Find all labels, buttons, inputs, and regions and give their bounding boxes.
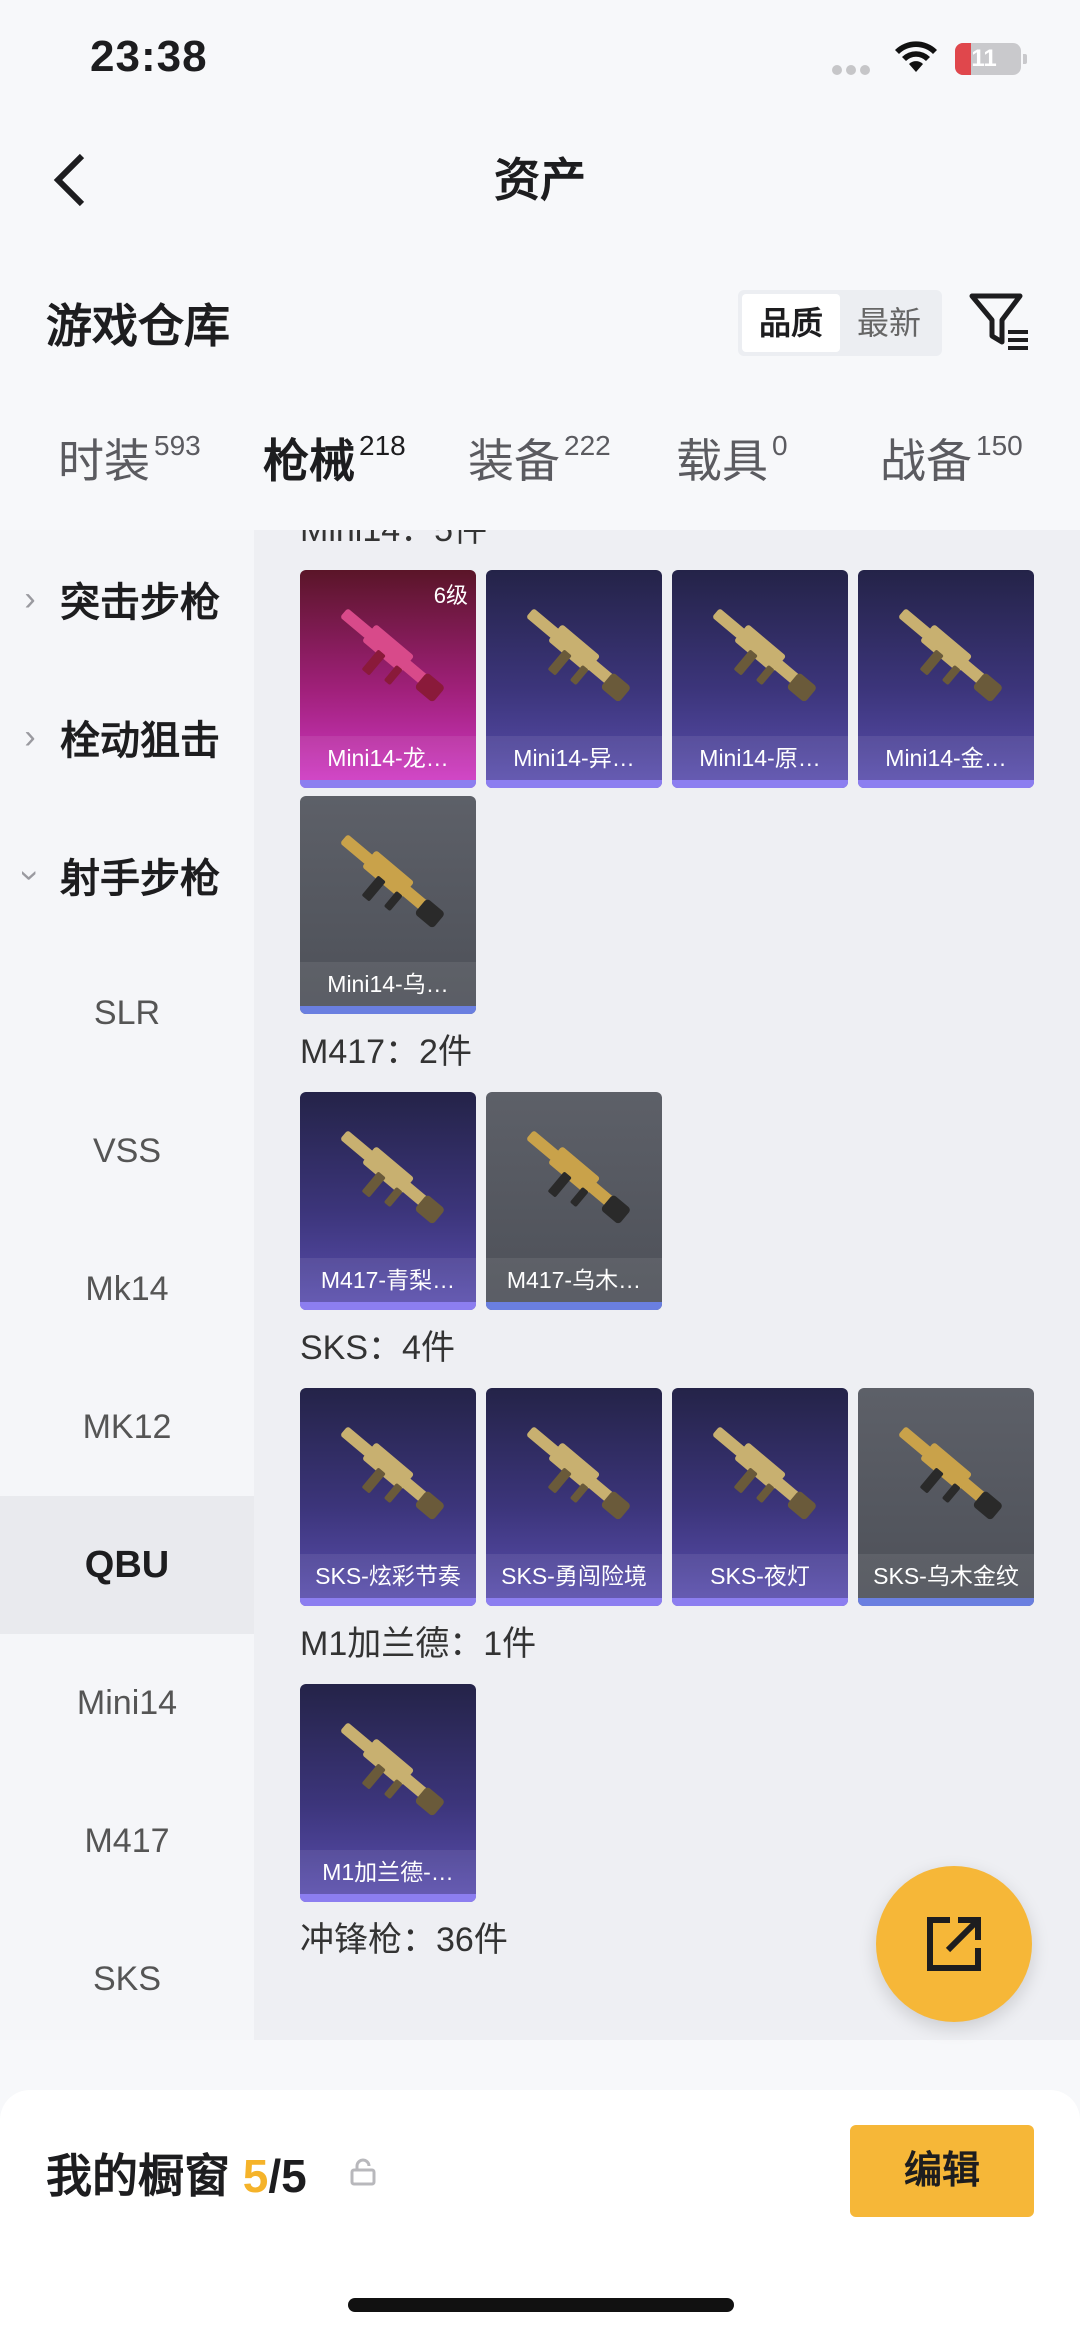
weapon-card[interactable]: Mini14-异… [486,570,662,788]
weapon-card[interactable]: Mini14-原… [672,570,848,788]
weapon-name: SKS-炫彩节奏 [300,1554,476,1598]
weapon-name: Mini14-原… [672,736,848,780]
level-badge: 6级 [433,583,468,608]
side-item-mk12[interactable]: MK12 [0,1358,254,1496]
group-title: M417：2件 [300,1033,472,1071]
tab-fashion[interactable]: 时装 593 [58,425,201,491]
filter-icon[interactable] [968,290,1032,354]
weapon-icon [341,1427,444,1520]
rarity-bar [486,1302,662,1310]
chevron-down-icon: › [11,869,50,881]
group-title: M1加兰德：1件 [300,1625,537,1663]
weapon-icon [341,1131,444,1224]
side-item-vss[interactable]: VSS [0,1082,254,1220]
tab-vehicles[interactable]: 载具 0 [676,425,788,491]
weapon-name: SKS-乌木金纹 [858,1554,1034,1598]
section-title: 游戏仓库 [46,300,230,352]
chevron-right-icon: › [24,717,36,756]
weapon-icon [899,609,1002,702]
rarity-bar [300,1598,476,1606]
weapon-name: M417-青梨… [300,1258,476,1302]
weapon-card[interactable]: SKS-乌木金纹 [858,1388,1034,1606]
tab-equipment[interactable]: 装备 222 [468,425,611,491]
weapon-card[interactable]: M417-乌木… [486,1092,662,1310]
group-title: SKS：4件 [300,1329,455,1367]
rarity-bar [672,1598,848,1606]
chevron-right-icon: › [24,579,36,618]
status-bar: 23:38 11 [0,0,1080,120]
group-title: Mini14：5件 [300,530,488,549]
showcase-label: 我的橱窗 5/5 [46,2150,307,2202]
weapon-icon [527,609,630,702]
rarity-bar [300,1302,476,1310]
weapon-icon [341,1723,444,1816]
weapon-name: M1加兰德-… [300,1850,476,1894]
weapon-name: Mini14-龙… [300,736,476,780]
rarity-bar [300,780,476,788]
item-grid: Mini14：5件 6级 Mini14-龙… Mini14-异… Mini14-原… Mi… [254,530,1080,2040]
rarity-bar [672,780,848,788]
rarity-bar [300,1006,476,1014]
weapon-icon [341,835,444,928]
weapon-card[interactable]: Mini14-乌… [300,796,476,1014]
weapon-icon [527,1131,630,1224]
weapon-card[interactable]: M417-青梨… [300,1092,476,1310]
status-time: 23:38 [90,32,208,81]
tab-supplies[interactable]: 战备 150 [880,425,1023,491]
sort-latest-button[interactable]: 最新 [840,294,938,352]
signal-icon [832,62,884,75]
weapon-card[interactable]: SKS-炫彩节奏 [300,1388,476,1606]
weapon-name: Mini14-异… [486,736,662,780]
weapon-card[interactable]: M1加兰德-… [300,1684,476,1902]
sort-toggle: 品质 最新 [738,290,942,356]
wifi-icon [895,41,937,72]
weapon-name: Mini14-金… [858,736,1034,780]
side-item-sks[interactable]: SKS [0,1910,254,2040]
category-marksman-rifle[interactable]: › 射手步枪 [0,806,254,944]
rarity-bar [858,1598,1034,1606]
category-tabs: 时装 593 枪械 218 装备 222 载具 0 战备 150 [0,425,1080,525]
side-item-m417[interactable]: M417 [0,1772,254,1910]
side-item-slr[interactable]: SLR [0,944,254,1082]
weapon-icon [527,1427,630,1520]
weapon-name: SKS-夜灯 [672,1554,848,1598]
weapon-name: M417-乌木… [486,1258,662,1302]
nav-bar: 资产 [0,120,1080,240]
weapon-icon [713,1427,816,1520]
home-indicator [348,2298,734,2312]
showcase-count: 5 [242,2150,269,2202]
weapon-name: SKS-勇闯险境 [486,1554,662,1598]
weapon-card[interactable]: SKS-夜灯 [672,1388,848,1606]
battery-level: 11 [971,45,997,72]
weapon-card[interactable]: SKS-勇闯险境 [486,1388,662,1606]
rarity-bar [486,780,662,788]
lock-icon [350,2158,376,2186]
weapon-icon [713,609,816,702]
showcase-total: /5 [268,2150,307,2202]
page-title: 资产 [494,154,586,206]
category-assault-rifle[interactable]: › 突击步枪 [0,530,254,668]
side-item-qbu[interactable]: QBU [0,1496,254,1634]
category-bolt-sniper[interactable]: › 栓动狙击 [0,668,254,806]
weapon-card[interactable]: Mini14-金… [858,570,1034,788]
rarity-bar [858,780,1034,788]
side-item-mini14[interactable]: Mini14 [0,1634,254,1772]
rarity-bar [300,1894,476,1902]
tab-firearms[interactable]: 枪械 218 [263,425,406,491]
weapon-icon [899,1427,1002,1520]
edit-button[interactable]: 编辑 [850,2125,1034,2217]
weapon-name: Mini14-乌… [300,962,476,1006]
battery-icon: 11 [955,43,1027,75]
side-item-mk14[interactable]: Mk14 [0,1220,254,1358]
side-menu: › 突击步枪 › 栓动狙击 › 射手步枪 SLR VSS Mk14 MK12 Q… [0,530,254,2040]
share-button[interactable] [876,1866,1032,2022]
group-title: 冲锋枪：36件 [300,1921,508,1959]
sort-quality-button[interactable]: 品质 [742,294,840,352]
weapon-card[interactable]: 6级 Mini14-龙… [300,570,476,788]
rarity-bar [486,1598,662,1606]
share-icon [927,1917,981,1971]
